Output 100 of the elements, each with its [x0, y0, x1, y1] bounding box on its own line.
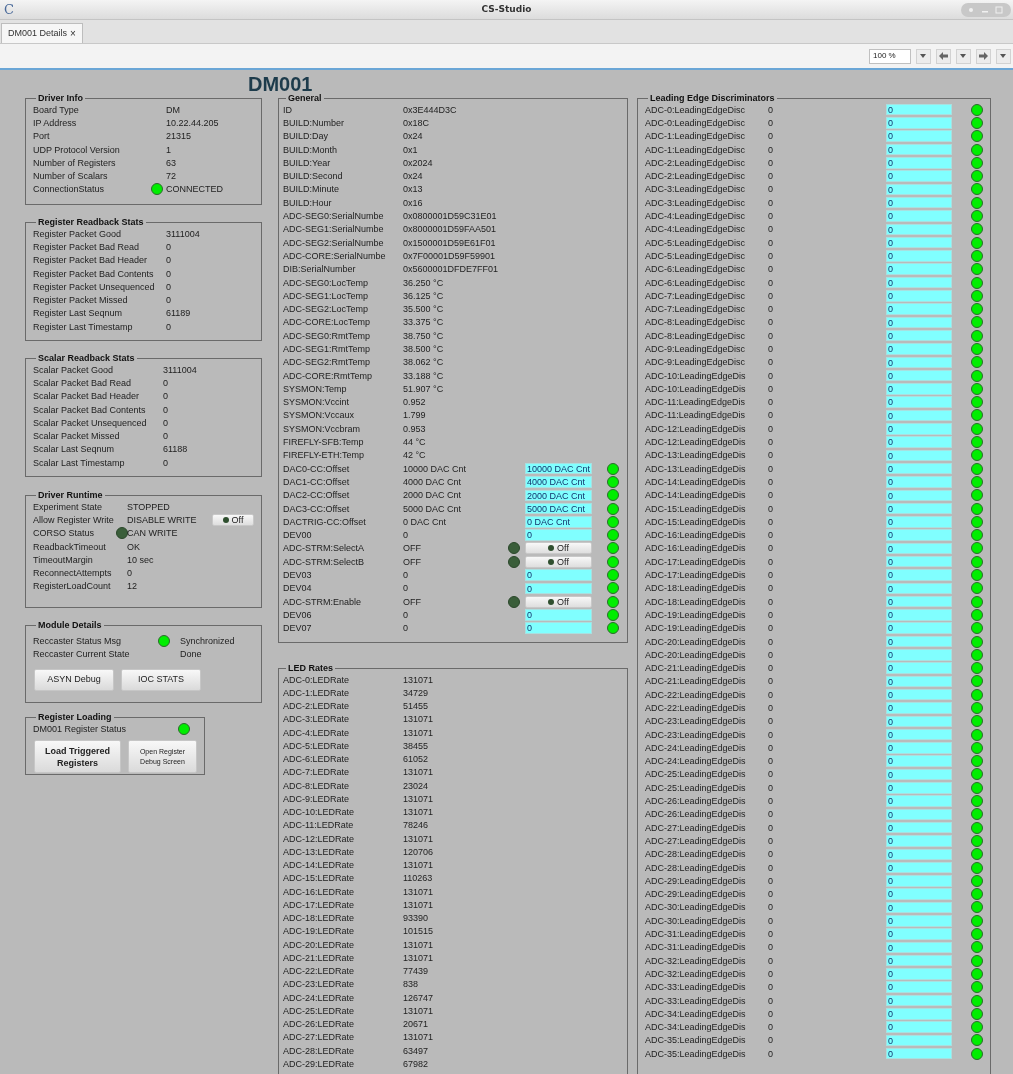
- value-input[interactable]: 0: [886, 1034, 952, 1047]
- value-input[interactable]: 0: [886, 290, 952, 302]
- value-input[interactable]: 0: [886, 569, 952, 581]
- page-title: DM001: [248, 72, 313, 95]
- value-input[interactable]: 0: [886, 715, 952, 728]
- value-input[interactable]: 0: [886, 954, 952, 967]
- value-input[interactable]: 0: [886, 476, 952, 488]
- value-input[interactable]: 0: [886, 622, 952, 634]
- value-input[interactable]: 0: [886, 383, 952, 395]
- forward-icon[interactable]: [976, 48, 991, 64]
- value-input[interactable]: 0: [886, 808, 952, 821]
- value-input[interactable]: 0: [886, 941, 952, 954]
- action-button[interactable]: ASYN Debug: [34, 668, 114, 691]
- value-input[interactable]: 0: [886, 183, 952, 196]
- value-input[interactable]: 0: [886, 1047, 952, 1060]
- value-input[interactable]: 0: [886, 516, 952, 528]
- tab[interactable]: DM001 Details ×: [1, 23, 83, 43]
- value-input[interactable]: 0: [886, 582, 952, 595]
- value-input[interactable]: 0: [886, 236, 952, 249]
- value-input[interactable]: 0: [886, 662, 952, 674]
- value-input[interactable]: 0: [886, 303, 952, 315]
- value-input[interactable]: 0: [886, 529, 952, 541]
- value-input[interactable]: 0: [886, 981, 952, 993]
- value-input[interactable]: 0: [886, 250, 952, 262]
- value-input[interactable]: 0: [886, 728, 952, 741]
- value-input[interactable]: 0: [886, 1021, 952, 1033]
- value-input[interactable]: 0: [886, 675, 952, 688]
- value-input[interactable]: 0: [886, 875, 952, 887]
- value-input[interactable]: 4000 DAC Cnt: [525, 476, 592, 488]
- value-input[interactable]: 0: [525, 622, 592, 634]
- action-button[interactable]: Load Triggered Registers: [34, 740, 121, 774]
- value-input[interactable]: 0: [886, 542, 952, 555]
- value-input[interactable]: 0: [886, 223, 952, 236]
- toggle-button[interactable]: Off: [212, 513, 254, 526]
- value-input[interactable]: 0: [886, 449, 952, 462]
- field-value: 0: [768, 437, 774, 448]
- value-input[interactable]: 0: [886, 143, 952, 156]
- dropdown-icon[interactable]: [916, 48, 931, 64]
- value-input[interactable]: 0: [886, 103, 952, 116]
- value-input[interactable]: 0 DAC Cnt: [525, 516, 592, 528]
- value-input[interactable]: 0: [886, 489, 952, 501]
- dropdown-icon[interactable]: [956, 48, 971, 64]
- value-input[interactable]: 0: [886, 117, 952, 129]
- value-input[interactable]: 0: [886, 396, 952, 408]
- value-input[interactable]: 0: [886, 915, 952, 927]
- value-input[interactable]: 0: [886, 861, 952, 874]
- value-input[interactable]: 0: [886, 210, 952, 222]
- toggle-button[interactable]: Off: [525, 595, 592, 608]
- toggle-button[interactable]: Off: [525, 555, 592, 568]
- value-input[interactable]: 0: [886, 609, 952, 621]
- value-input[interactable]: 0: [886, 968, 952, 980]
- value-input[interactable]: 0: [886, 423, 952, 435]
- value-input[interactable]: 0: [525, 609, 592, 621]
- value-input[interactable]: 0: [886, 795, 952, 807]
- dropdown-icon[interactable]: [996, 48, 1011, 64]
- value-input[interactable]: 0: [886, 742, 952, 754]
- value-input[interactable]: 0: [525, 529, 592, 541]
- action-button[interactable]: IOC STATS: [121, 668, 201, 691]
- value-input[interactable]: 0: [886, 263, 952, 275]
- zoom-field[interactable]: 100 %: [869, 48, 911, 64]
- value-input[interactable]: 0: [886, 343, 952, 355]
- value-input[interactable]: 0: [886, 502, 952, 515]
- value-input[interactable]: 0: [886, 888, 952, 900]
- value-input[interactable]: 0: [886, 1008, 952, 1020]
- value-input[interactable]: 0: [886, 635, 952, 648]
- value-input[interactable]: 0: [886, 276, 952, 289]
- value-input[interactable]: 0: [886, 436, 952, 448]
- close-icon[interactable]: ×: [70, 26, 76, 41]
- value-input[interactable]: 2000 DAC Cnt: [525, 489, 592, 501]
- value-input[interactable]: 0: [886, 821, 952, 834]
- value-input[interactable]: 0: [886, 994, 952, 1007]
- value-input[interactable]: 0: [886, 688, 952, 701]
- value-input[interactable]: 0: [886, 369, 952, 382]
- value-input[interactable]: 0: [525, 582, 592, 595]
- toggle-button[interactable]: Off: [525, 542, 592, 555]
- value-input[interactable]: 0: [886, 316, 952, 329]
- value-input[interactable]: 0: [886, 848, 952, 860]
- value-input[interactable]: 0: [886, 835, 952, 847]
- value-input[interactable]: 0: [886, 768, 952, 781]
- value-input[interactable]: 0: [525, 569, 592, 581]
- value-input[interactable]: 0: [886, 755, 952, 767]
- value-input[interactable]: 0: [886, 130, 952, 142]
- value-input[interactable]: 10000 DAC Cnt: [525, 462, 592, 475]
- back-icon[interactable]: [936, 48, 951, 64]
- value-input[interactable]: 0: [886, 595, 952, 608]
- field-label: SYSMON:Vccint: [283, 397, 350, 408]
- value-input[interactable]: 0: [886, 170, 952, 182]
- value-input[interactable]: 0: [886, 702, 952, 714]
- value-input[interactable]: 0: [886, 649, 952, 661]
- value-input[interactable]: 5000 DAC Cnt: [525, 502, 592, 515]
- value-input[interactable]: 0: [886, 782, 952, 794]
- value-input[interactable]: 0: [886, 556, 952, 568]
- value-input[interactable]: 0: [886, 329, 952, 342]
- value-input[interactable]: 0: [886, 196, 952, 209]
- value-input[interactable]: 0: [886, 462, 952, 475]
- value-input[interactable]: 0: [886, 928, 952, 940]
- value-input[interactable]: 0: [886, 409, 952, 422]
- value-input[interactable]: 0: [886, 901, 952, 914]
- value-input[interactable]: 0: [886, 356, 952, 369]
- value-input[interactable]: 0: [886, 157, 952, 169]
